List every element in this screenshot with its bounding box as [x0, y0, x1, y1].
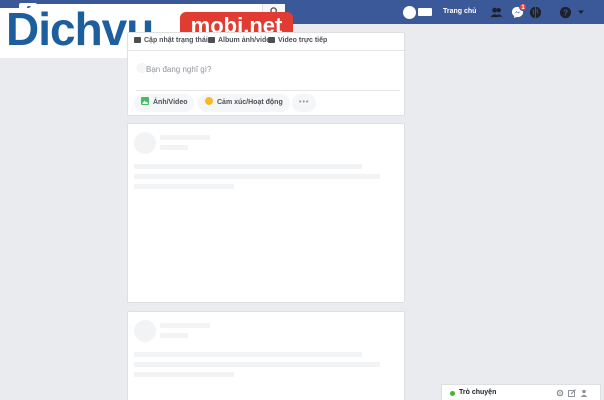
composer-tabs: Cập nhật trạng thái Album ảnh/video Vide… [128, 33, 404, 51]
tab-status-update[interactable]: Cập nhật trạng thái [134, 37, 208, 44]
more-options-button[interactable]: ••• [292, 94, 317, 112]
home-link[interactable]: Trang chủ [443, 8, 476, 15]
placeholder-line [160, 323, 210, 328]
composer-divider [136, 90, 400, 91]
friends-icon[interactable] [490, 6, 503, 19]
gear-icon[interactable] [556, 389, 564, 397]
user-avatar[interactable] [403, 6, 416, 19]
feeling-activity-button[interactable]: Cảm xúc/Hoạt động [198, 94, 290, 112]
placeholder-line [160, 145, 188, 150]
help-icon[interactable]: ? [559, 6, 572, 19]
video-camera-icon [268, 37, 275, 43]
placeholder-line [134, 372, 234, 377]
smiley-icon [205, 97, 213, 105]
photo-video-button[interactable]: Ảnh/Video [134, 94, 195, 112]
placeholder-avatar [134, 132, 156, 154]
album-icon [208, 37, 215, 43]
compose-icon[interactable] [568, 389, 576, 397]
placeholder-avatar [134, 320, 156, 342]
message-badge: 1 [519, 3, 527, 11]
placeholder-line [134, 174, 380, 179]
globe-icon[interactable] [529, 6, 542, 19]
placeholder-line [134, 164, 362, 169]
chat-sidebar-bar[interactable]: Trò chuyện [441, 384, 601, 400]
post-composer: Cập nhật trạng thái Album ảnh/video Vide… [127, 32, 405, 116]
tab-live-video[interactable]: Video trực tiếp [268, 37, 327, 44]
profile-link[interactable] [418, 8, 432, 16]
placeholder-line [134, 352, 362, 357]
placeholder-line [160, 333, 188, 338]
chat-label: Trò chuyện [459, 389, 497, 396]
tab-photo-album[interactable]: Album ảnh/video [208, 37, 274, 44]
placeholder-line [134, 362, 380, 367]
placeholder-line [160, 135, 210, 140]
composer-prompt-input[interactable]: Bạn đang nghĩ gì? [146, 65, 211, 74]
feed-post-placeholder [127, 311, 405, 400]
placeholder-line [134, 184, 234, 189]
feed-post-placeholder [127, 123, 405, 303]
photo-icon [141, 97, 149, 105]
caret-down-icon[interactable] [577, 8, 585, 16]
pencil-icon [134, 37, 141, 43]
contacts-icon[interactable] [580, 389, 588, 397]
svg-text:?: ? [563, 8, 568, 18]
online-status-dot [450, 391, 455, 396]
